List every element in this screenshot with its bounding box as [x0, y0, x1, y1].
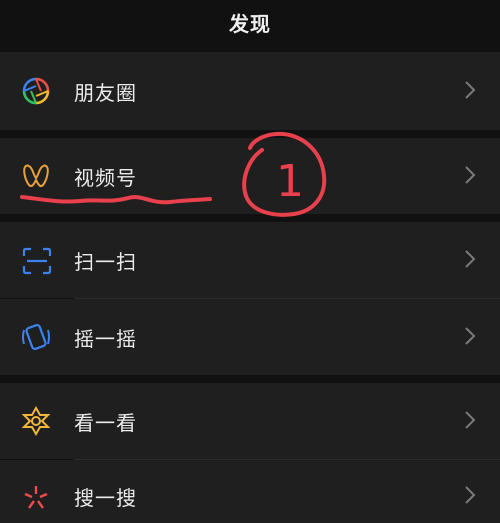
shake-icon	[21, 322, 51, 356]
menu-item-label: 摇一摇	[74, 327, 137, 351]
menu-item-channels[interactable]: 视频号	[0, 138, 500, 214]
chevron-right-icon	[464, 410, 476, 434]
top-bar: 发现	[0, 0, 500, 46]
chevron-right-icon	[464, 249, 476, 273]
chevron-right-icon	[464, 326, 476, 350]
menu-item-shake[interactable]: 摇一摇	[0, 299, 500, 375]
top-stories-icon	[21, 405, 51, 440]
chevron-right-icon	[464, 165, 476, 189]
scan-icon	[21, 246, 53, 280]
menu-item-moments[interactable]: 朋友圈	[0, 52, 500, 130]
menu-item-search[interactable]: 搜一搜	[0, 460, 500, 523]
channels-icon	[21, 162, 51, 194]
menu-item-label: 看一看	[74, 411, 137, 435]
chevron-right-icon	[464, 80, 476, 104]
moments-icon	[21, 76, 51, 110]
menu-item-label: 朋友圈	[74, 81, 137, 105]
search-icon	[21, 482, 51, 516]
menu-item-label: 搜一搜	[74, 486, 137, 510]
menu-item-scan[interactable]: 扫一扫	[0, 222, 500, 298]
menu-item-label: 视频号	[74, 166, 137, 190]
menu-item-top-stories[interactable]: 看一看	[0, 383, 500, 459]
chevron-right-icon	[464, 485, 476, 509]
menu-item-label: 扫一扫	[74, 250, 137, 274]
page-title: 发现	[229, 12, 271, 36]
